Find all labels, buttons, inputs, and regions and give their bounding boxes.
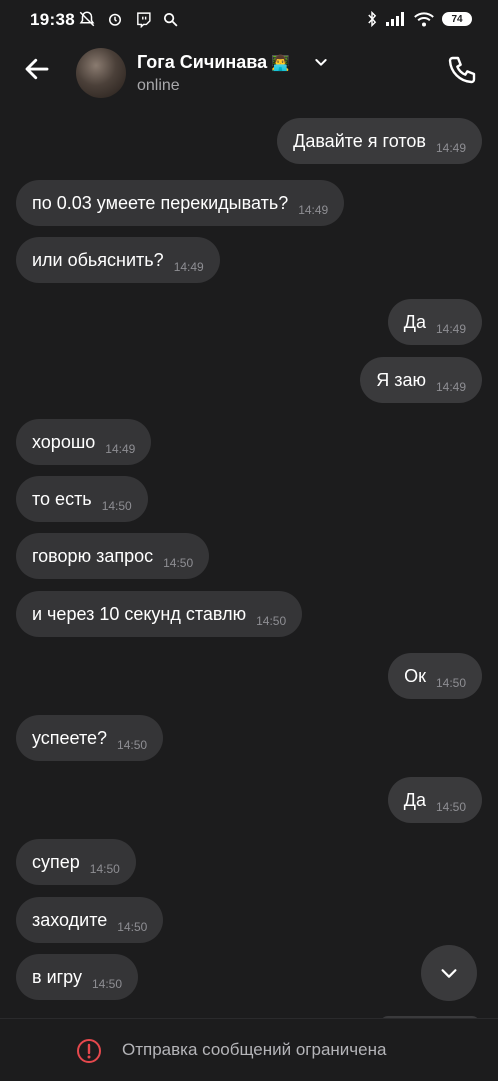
alarm-icon	[109, 13, 122, 26]
message-time: 14:50	[89, 862, 120, 876]
phone-call-icon[interactable]	[446, 54, 478, 86]
battery-icon: 74	[442, 12, 472, 26]
contact-status: online	[137, 77, 180, 94]
message-text: по 0.03 умеете перекидывать?	[32, 192, 289, 213]
message-time: 14:49	[435, 322, 466, 336]
message-text: Давайте я готов	[293, 130, 426, 151]
message-text: хорошо	[32, 431, 96, 452]
message-time: 14:49	[435, 380, 466, 394]
message-incoming[interactable]: успеете? 14:50	[16, 715, 164, 761]
message-text: заходите	[32, 909, 108, 930]
message-time: 14:50	[117, 738, 148, 752]
signal-icon	[386, 12, 404, 26]
message-time: 14:50	[435, 676, 466, 690]
message-time: 14:50	[256, 614, 287, 628]
status-left-icons	[78, 10, 179, 30]
message-text: говорю запрос	[32, 545, 154, 566]
message-outgoing[interactable]: Ок 14:50	[388, 653, 482, 699]
message-time: 14:49	[173, 260, 204, 274]
twitch-icon	[137, 12, 151, 29]
message-outgoing[interactable]: Да 14:50	[387, 777, 482, 823]
notifications-off-icon	[79, 11, 95, 27]
message-incoming[interactable]: супер 14:50	[16, 839, 136, 885]
message-text: то есть	[32, 488, 92, 509]
message-text: Я заю	[376, 369, 426, 390]
message-time: 14:50	[435, 800, 466, 814]
message-incoming[interactable]: или обьяснить? 14:49	[16, 237, 220, 283]
message-incoming[interactable]: в игру 14:50	[16, 954, 139, 1000]
warning-icon	[77, 1039, 101, 1063]
message-time: 14:50	[163, 556, 194, 570]
avatar[interactable]	[76, 48, 126, 98]
message-time: 14:49	[435, 141, 466, 155]
back-arrow-icon[interactable]	[22, 54, 52, 84]
message-outgoing[interactable]: Давайте я готов 14:49	[277, 118, 482, 164]
scroll-to-bottom-button[interactable]	[421, 945, 477, 1001]
status-bar: 19:38 74	[0, 0, 498, 40]
bluetooth-icon	[368, 11, 377, 27]
message-text: в игру	[32, 966, 82, 987]
message-text: Ок	[404, 665, 426, 686]
message-time: 14:50	[117, 920, 148, 934]
message-incoming[interactable]: говорю запрос 14:50	[16, 533, 210, 579]
message-time: 14:50	[92, 977, 123, 991]
restriction-notice: Отправка сообщений ограничена	[122, 1040, 387, 1059]
wifi-icon	[414, 11, 434, 26]
message-time: 14:50	[101, 499, 132, 513]
message-incoming[interactable]: заходите 14:50	[16, 897, 164, 943]
message-incoming[interactable]: то есть 14:50	[16, 476, 148, 522]
message-text: успеете?	[32, 727, 108, 748]
message-time: 14:49	[298, 203, 329, 217]
message-outgoing[interactable]: Я заю 14:49	[360, 357, 482, 403]
message-time: 14:49	[105, 442, 136, 456]
contact-emoji: 👨‍💻	[271, 55, 290, 72]
status-time: 19:38	[30, 10, 75, 29]
search-icon	[164, 12, 178, 27]
message-outgoing[interactable]: Да 14:49	[387, 299, 482, 345]
message-text: и через 10 секунд ставлю	[32, 603, 247, 624]
message-incoming[interactable]: по 0.03 умеете перекидывать? 14:49	[16, 180, 345, 226]
contact-name: Гога Сичинава	[137, 52, 268, 72]
message-text: Да	[403, 311, 426, 332]
chevron-down-icon	[441, 969, 457, 978]
status-right-icons: 74	[366, 11, 472, 27]
message-text: Да	[403, 789, 426, 810]
chevron-down-icon[interactable]	[313, 54, 329, 70]
message-incoming[interactable]: хорошо 14:49	[16, 419, 152, 465]
message-text: супер	[32, 851, 80, 872]
message-text: или обьяснить?	[32, 249, 164, 270]
message-incoming[interactable]: и через 10 секунд ставлю 14:50	[16, 591, 303, 637]
contact-name-row[interactable]: Гога Сичинава 👨‍💻	[137, 52, 290, 73]
chat-header: Гога Сичинава 👨‍💻 online	[0, 40, 498, 110]
